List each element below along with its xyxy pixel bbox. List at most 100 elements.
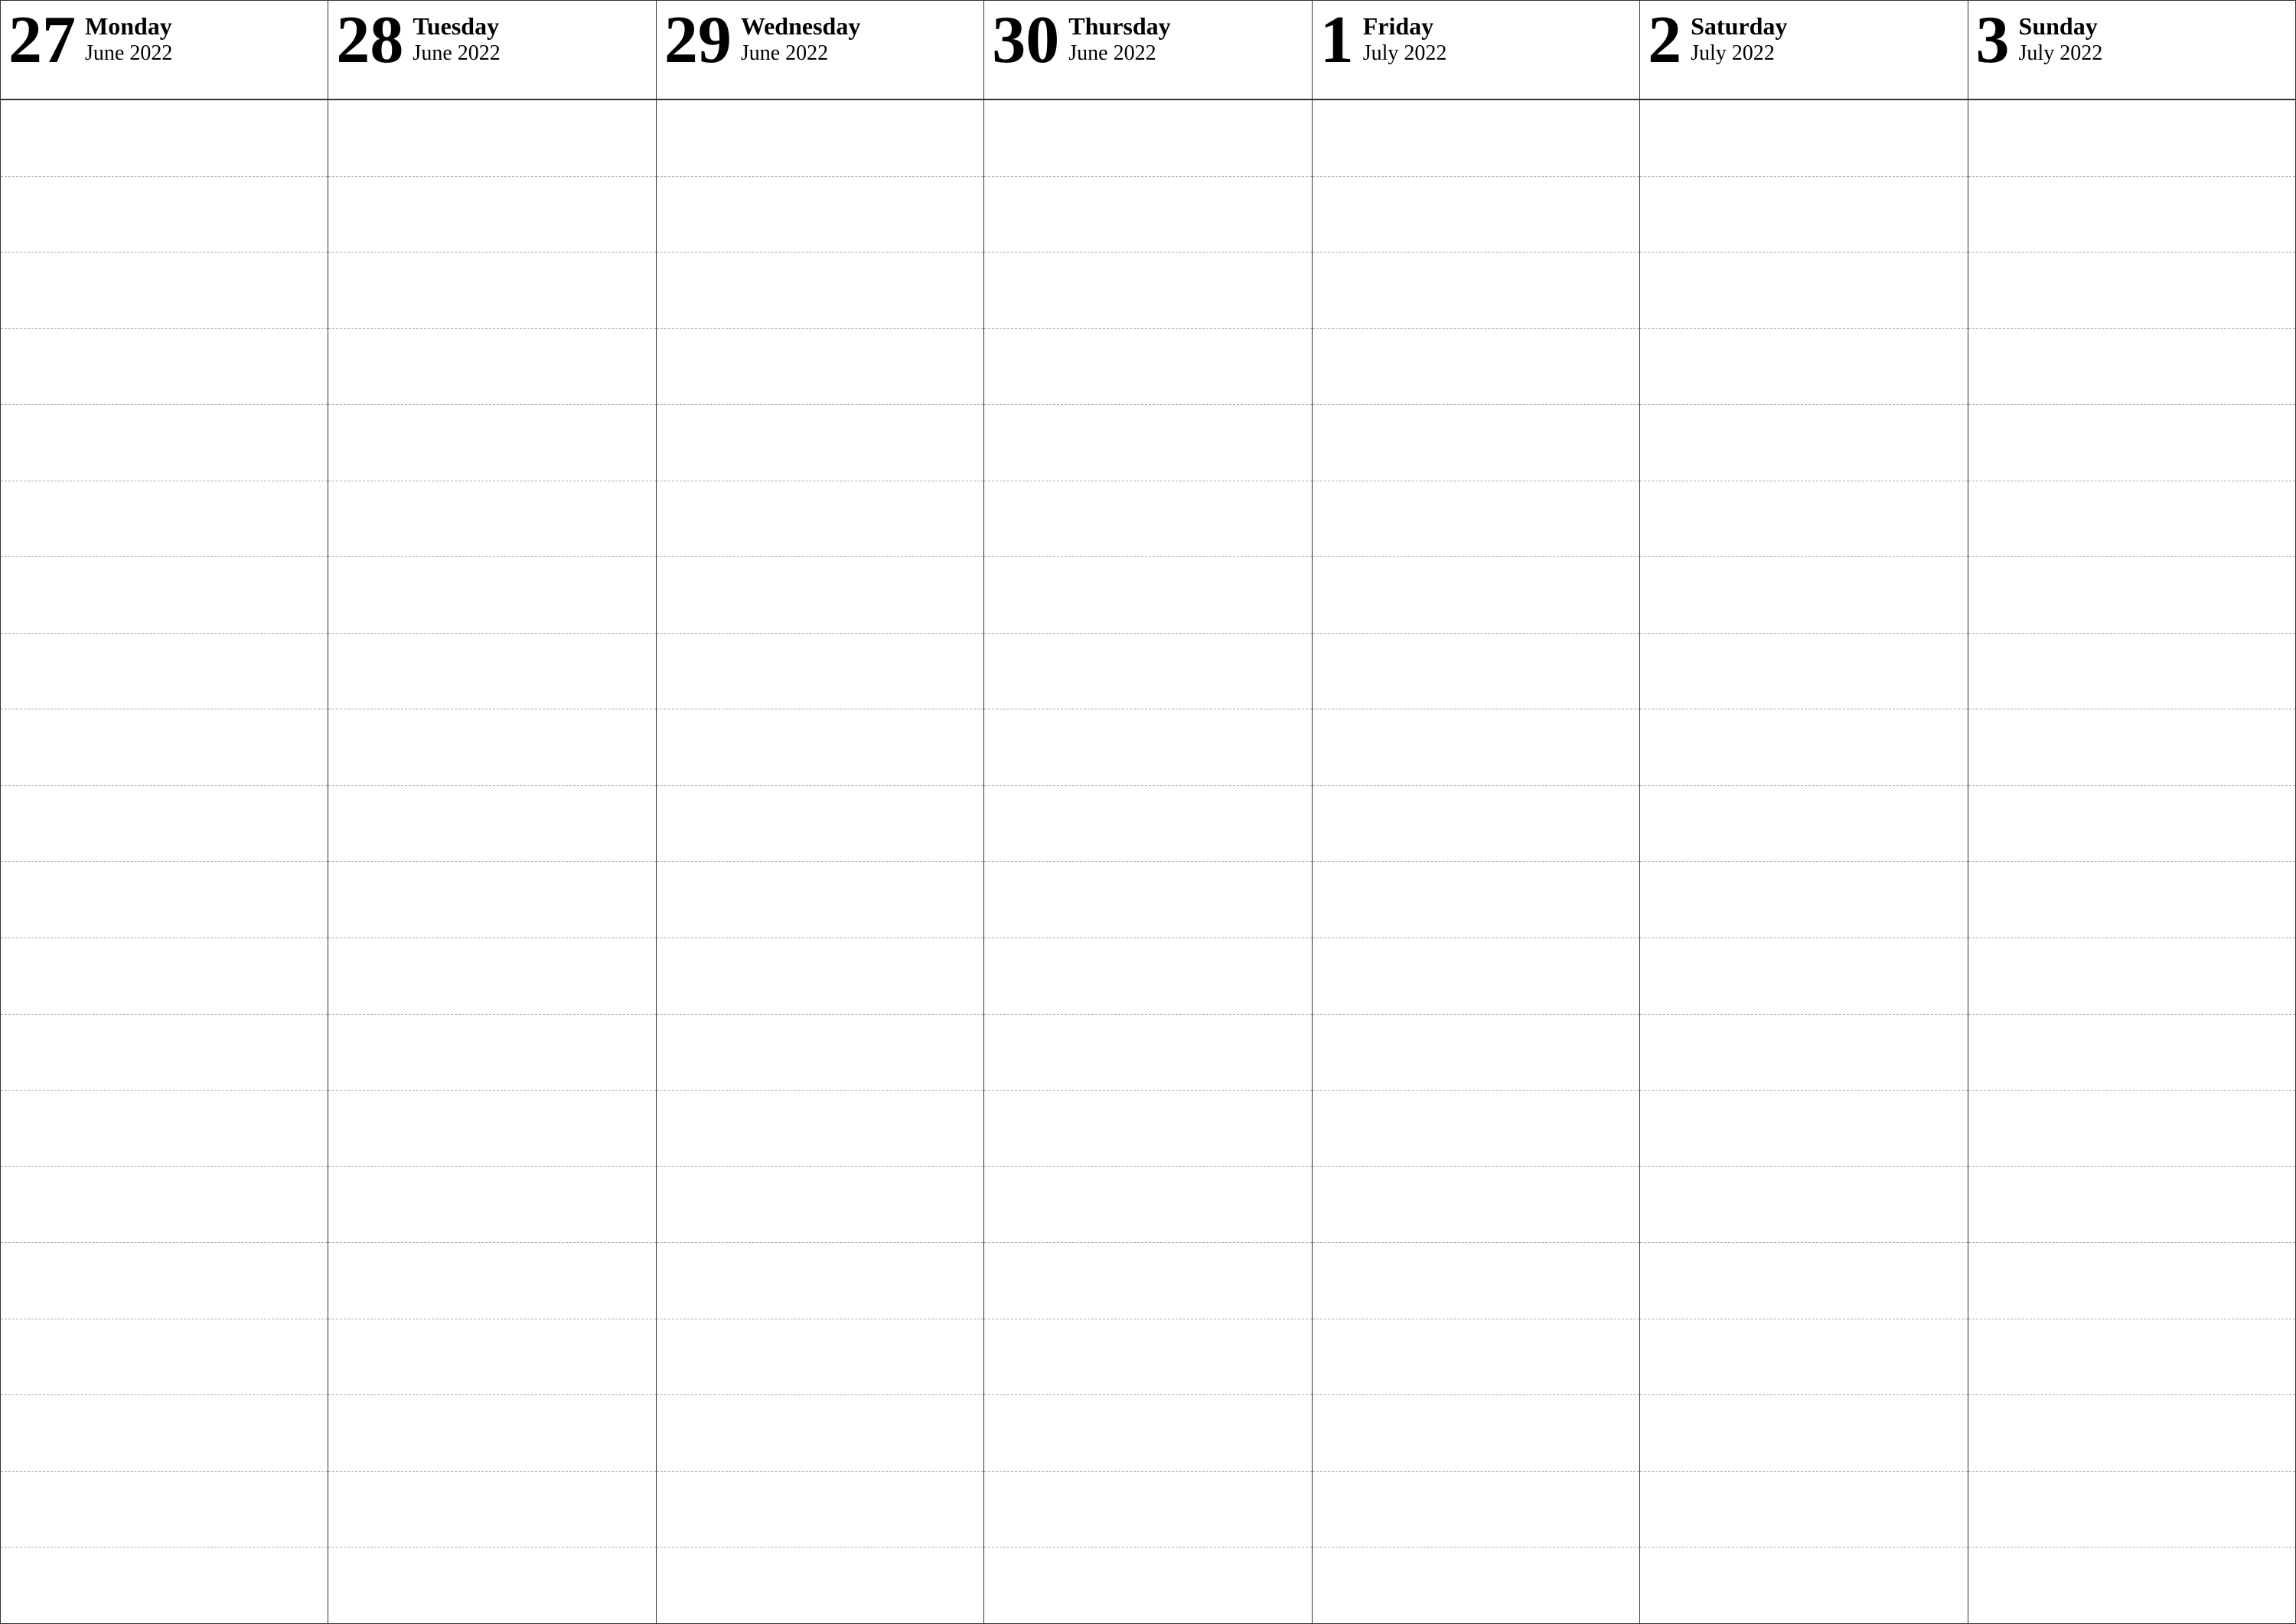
line-row[interactable] <box>1 253 328 329</box>
line-row[interactable] <box>1968 177 2295 253</box>
line-row[interactable] <box>1968 862 2295 938</box>
line-row[interactable] <box>328 1243 655 1319</box>
line-row[interactable] <box>984 1167 1311 1244</box>
line-row[interactable] <box>657 709 983 786</box>
line-row[interactable] <box>1313 1319 1639 1396</box>
line-row[interactable] <box>657 938 983 1015</box>
line-row[interactable] <box>984 634 1311 710</box>
line-row[interactable] <box>1 938 328 1015</box>
line-row[interactable] <box>1968 557 2295 634</box>
line-row[interactable] <box>328 938 655 1015</box>
line-row[interactable] <box>1 786 328 863</box>
line-row[interactable] <box>1313 177 1639 253</box>
line-row[interactable] <box>657 329 983 406</box>
line-row[interactable] <box>1968 1472 2295 1548</box>
line-row[interactable] <box>1968 481 2295 558</box>
line-row[interactable] <box>1968 709 2295 786</box>
line-row[interactable] <box>657 253 983 329</box>
line-row[interactable] <box>1968 1091 2295 1167</box>
line-row[interactable] <box>1 1167 328 1244</box>
line-row[interactable] <box>1313 1015 1639 1091</box>
line-row[interactable] <box>984 481 1311 558</box>
line-row[interactable] <box>657 405 983 481</box>
line-row[interactable] <box>657 1395 983 1472</box>
line-row[interactable] <box>328 1395 655 1472</box>
line-row[interactable] <box>1313 709 1639 786</box>
line-row[interactable] <box>984 1395 1311 1472</box>
line-row[interactable] <box>657 1319 983 1396</box>
line-row[interactable] <box>1640 862 1967 938</box>
line-row[interactable] <box>328 1547 655 1623</box>
day-lines-area[interactable] <box>1640 100 1967 1623</box>
line-row[interactable] <box>1968 786 2295 863</box>
line-row[interactable] <box>1 1395 328 1472</box>
line-row[interactable] <box>328 1015 655 1091</box>
line-row[interactable] <box>1968 1167 2295 1244</box>
line-row[interactable] <box>1313 862 1639 938</box>
line-row[interactable] <box>1968 938 2295 1015</box>
day-lines-area[interactable] <box>1968 100 2295 1623</box>
line-row[interactable] <box>1 405 328 481</box>
line-row[interactable] <box>1640 1395 1967 1472</box>
line-row[interactable] <box>984 177 1311 253</box>
line-row[interactable] <box>1 1243 328 1319</box>
line-row[interactable] <box>1313 481 1639 558</box>
line-row[interactable] <box>328 557 655 634</box>
line-row[interactable] <box>657 177 983 253</box>
line-row[interactable] <box>1313 405 1639 481</box>
line-row[interactable] <box>328 1167 655 1244</box>
line-row[interactable] <box>984 709 1311 786</box>
line-row[interactable] <box>657 634 983 710</box>
line-row[interactable] <box>328 634 655 710</box>
line-row[interactable] <box>1313 1243 1639 1319</box>
line-row[interactable] <box>1313 253 1639 329</box>
line-row[interactable] <box>984 100 1311 177</box>
line-row[interactable] <box>657 481 983 558</box>
line-row[interactable] <box>1313 1395 1639 1472</box>
line-row[interactable] <box>1 1015 328 1091</box>
line-row[interactable] <box>1968 253 2295 329</box>
line-row[interactable] <box>1640 709 1967 786</box>
line-row[interactable] <box>1640 100 1967 177</box>
line-row[interactable] <box>984 1472 1311 1548</box>
line-row[interactable] <box>1640 1015 1967 1091</box>
line-row[interactable] <box>1640 177 1967 253</box>
line-row[interactable] <box>1640 1547 1967 1623</box>
line-row[interactable] <box>984 1319 1311 1396</box>
line-row[interactable] <box>1313 557 1639 634</box>
line-row[interactable] <box>657 1243 983 1319</box>
line-row[interactable] <box>1313 634 1639 710</box>
line-row[interactable] <box>984 1243 1311 1319</box>
line-row[interactable] <box>328 253 655 329</box>
line-row[interactable] <box>1313 938 1639 1015</box>
line-row[interactable] <box>328 862 655 938</box>
line-row[interactable] <box>1313 1167 1639 1244</box>
line-row[interactable] <box>1968 329 2295 406</box>
day-lines-area[interactable] <box>1 100 328 1623</box>
line-row[interactable] <box>1640 481 1967 558</box>
line-row[interactable] <box>1 1091 328 1167</box>
line-row[interactable] <box>1968 1015 2295 1091</box>
line-row[interactable] <box>328 405 655 481</box>
line-row[interactable] <box>1640 253 1967 329</box>
line-row[interactable] <box>657 786 983 863</box>
line-row[interactable] <box>1640 786 1967 863</box>
line-row[interactable] <box>1968 634 2295 710</box>
line-row[interactable] <box>1968 1395 2295 1472</box>
line-row[interactable] <box>1968 100 2295 177</box>
line-row[interactable] <box>1640 1091 1967 1167</box>
line-row[interactable] <box>657 1472 983 1548</box>
line-row[interactable] <box>1640 405 1967 481</box>
line-row[interactable] <box>1 177 328 253</box>
line-row[interactable] <box>328 709 655 786</box>
line-row[interactable] <box>984 329 1311 406</box>
line-row[interactable] <box>328 786 655 863</box>
line-row[interactable] <box>328 1472 655 1548</box>
line-row[interactable] <box>657 1167 983 1244</box>
day-lines-area[interactable] <box>1313 100 1639 1623</box>
line-row[interactable] <box>1640 1472 1967 1548</box>
line-row[interactable] <box>984 405 1311 481</box>
line-row[interactable] <box>984 1547 1311 1623</box>
line-row[interactable] <box>328 1091 655 1167</box>
line-row[interactable] <box>1313 329 1639 406</box>
